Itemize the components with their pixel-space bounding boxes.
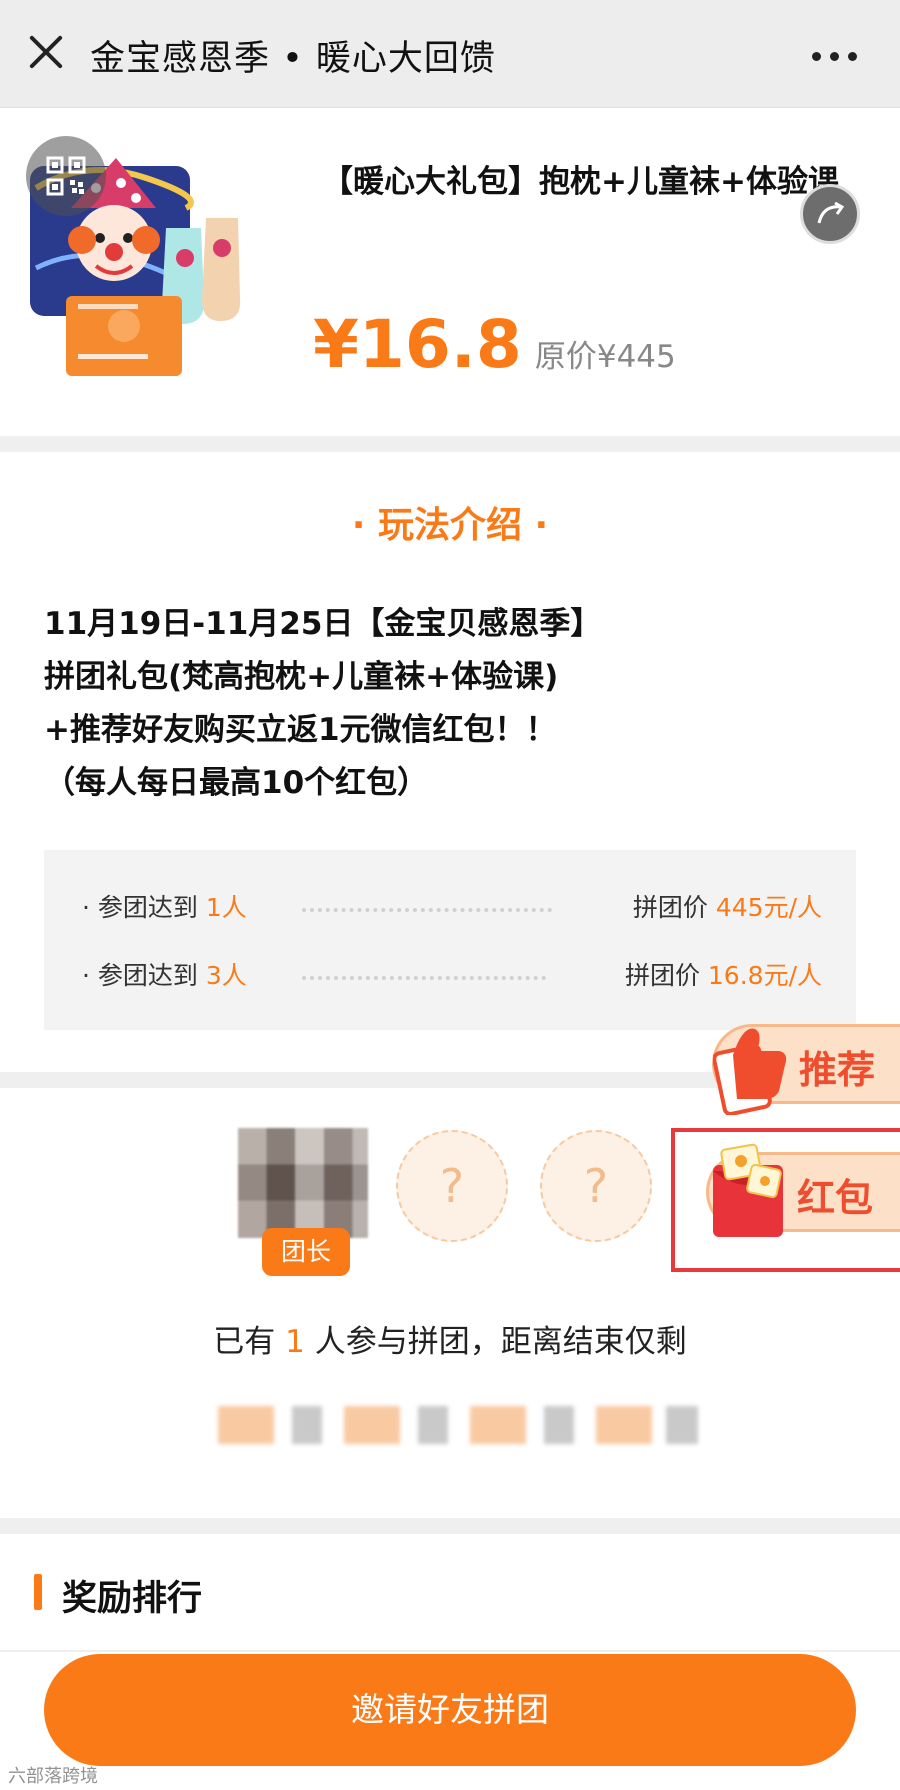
red-packet-button[interactable]: 红包 [706, 1143, 900, 1237]
app-header: 金宝感恩季 • 暖心大回馈 [0, 0, 900, 108]
divider [0, 1650, 900, 1652]
product-title: 【暖心大礼包】抱枕+儿童袜+体验课 [322, 164, 839, 200]
tier-label: · 参团达到 3人 [82, 961, 247, 990]
more-dots-icon[interactable] [812, 46, 872, 62]
rules-line: （每人每日最高10个红包） [44, 765, 429, 801]
page-title: 金宝感恩季 • 暖心大回馈 [90, 39, 496, 79]
recommend-button[interactable]: 推荐 [712, 1024, 900, 1115]
rules-heading: · 玩法介绍 · [351, 505, 549, 546]
empty-member-slot[interactable]: ? [540, 1130, 652, 1242]
red-packet-icon [713, 1143, 783, 1237]
recommend-label: 推荐 [799, 1048, 876, 1092]
rules-section: · 玩法介绍 · 11月19日-11月25日【金宝贝感恩季】 拼团礼包(梵高抱枕… [0, 452, 900, 1072]
tier-divider [302, 976, 546, 980]
price-tier-box: · 参团达到 1人 拼团价 445元/人 · 参团达到 3人 拼团价 16.8元… [44, 850, 856, 1030]
tier-divider [302, 908, 552, 912]
invite-friends-button[interactable]: 邀请好友拼团 [44, 1654, 856, 1766]
countdown-timer [218, 1398, 698, 1452]
avatar [238, 1128, 368, 1238]
original-price: 原价¥445 [534, 339, 676, 375]
qr-code-icon[interactable] [26, 136, 106, 216]
tier-label: · 参团达到 1人 [82, 893, 247, 922]
rules-line: 11月19日-11月25日【金宝贝感恩季】 [44, 606, 602, 642]
thumbs-up-icon [713, 1028, 787, 1115]
current-price: ¥16.8 [313, 306, 522, 383]
close-icon[interactable] [26, 32, 66, 72]
tier-price: 拼团价 16.8元/人 [624, 961, 822, 990]
section-marker [34, 1574, 42, 1610]
ranking-title: 奖励排行 [62, 1579, 203, 1619]
join-status-text: 已有 1 人参与拼团，距离结束仅剩 [213, 1324, 687, 1360]
rules-line: 拼团礼包(梵高抱枕+儿童袜+体验课) [44, 659, 559, 695]
rules-description: 11月19日-11月25日【金宝贝感恩季】 拼团礼包(梵高抱枕+儿童袜+体验课)… [44, 598, 864, 810]
watermark: 六部落跨境 [8, 1766, 98, 1787]
product-card[interactable]: 【暖心大礼包】抱枕+儿童袜+体验课 ¥16.8 原价¥445 [0, 108, 900, 436]
ranking-section: 奖励排行 邀请好友拼团 [0, 1534, 900, 1790]
price-tier-row: · 参团达到 3人 拼团价 16.8元/人 [82, 956, 822, 996]
rules-line: +推荐好友购买立返1元微信红包！！ [44, 712, 557, 748]
share-icon[interactable] [800, 184, 860, 244]
tier-price: 拼团价 445元/人 [632, 893, 822, 922]
leader-badge: 团长 [262, 1228, 350, 1276]
price-row: ¥16.8 原价¥445 [313, 306, 676, 383]
price-tier-row: · 参团达到 1人 拼团价 445元/人 [82, 888, 822, 928]
red-packet-label: 红包 [797, 1176, 874, 1220]
empty-member-slot[interactable]: ? [396, 1130, 508, 1242]
